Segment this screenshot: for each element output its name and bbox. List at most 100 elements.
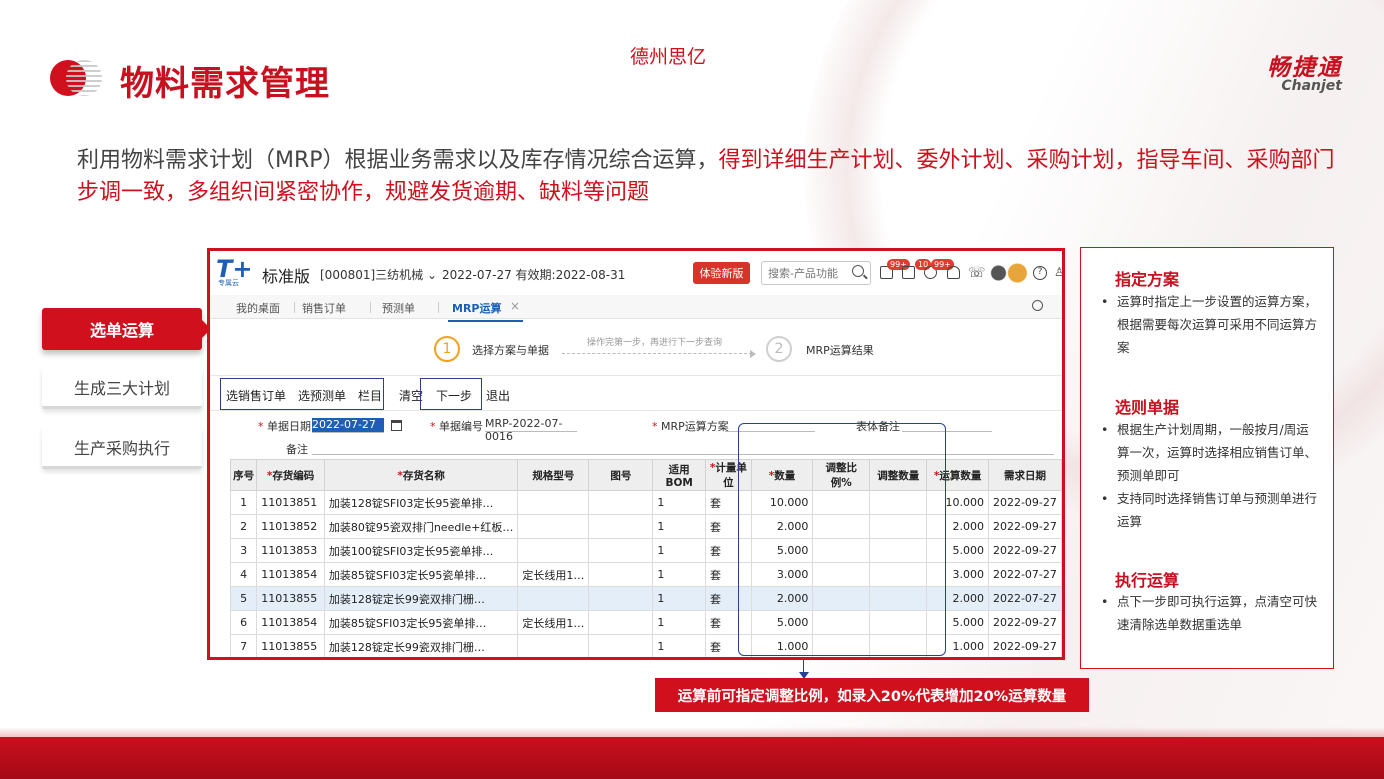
table-cell[interactable]: 11013854 bbox=[256, 562, 325, 587]
close-icon[interactable]: × bbox=[510, 299, 520, 313]
column-header[interactable]: *数量 bbox=[750, 459, 814, 491]
table-cell[interactable]: 1 bbox=[652, 490, 706, 515]
phone-icon[interactable]: ☏ bbox=[968, 265, 986, 281]
table-cell[interactable]: 10.000 bbox=[926, 490, 989, 515]
table-cell[interactable]: 1 bbox=[652, 514, 706, 539]
column-header[interactable]: 规格型号 bbox=[517, 459, 590, 491]
sidebar-item-generate-plans[interactable]: 生成三大计划 bbox=[42, 367, 202, 409]
table-cell[interactable] bbox=[588, 586, 654, 611]
table-cell[interactable]: 11013852 bbox=[256, 514, 325, 539]
table-cell[interactable]: 3 bbox=[229, 538, 258, 563]
table-cell[interactable]: 5.000 bbox=[750, 538, 814, 563]
table-cell[interactable]: 加装85锭SFI03定长95瓷单排… bbox=[323, 562, 519, 587]
sidebar-item-select-calc[interactable]: 选单运算 bbox=[42, 308, 211, 350]
table-cell[interactable] bbox=[869, 562, 928, 587]
table-cell[interactable]: 1.000 bbox=[750, 634, 814, 657]
table-cell[interactable]: 2 bbox=[229, 514, 258, 539]
table-cell[interactable] bbox=[812, 634, 871, 657]
table-cell[interactable] bbox=[812, 514, 871, 539]
table-row[interactable]: 6 11013854 加装85锭SFI03定长95瓷单排… 定长线用1… 1 套 5.000… bbox=[229, 610, 1062, 635]
table-cell[interactable]: 4 bbox=[229, 562, 258, 587]
table-cell[interactable]: 3.000 bbox=[750, 562, 814, 587]
table-cell[interactable]: 1 bbox=[652, 586, 706, 611]
table-cell[interactable] bbox=[869, 610, 928, 635]
table-cell[interactable]: 11013853 bbox=[256, 538, 325, 563]
column-header[interactable]: 调整比例% bbox=[812, 459, 871, 491]
table-cell[interactable] bbox=[517, 586, 590, 611]
table-cell[interactable]: 10.000 bbox=[750, 490, 814, 515]
table-cell[interactable] bbox=[812, 610, 871, 635]
table-cell[interactable] bbox=[588, 514, 654, 539]
table-cell[interactable]: 1 bbox=[229, 490, 258, 515]
table-cell[interactable]: 2022-07-27 bbox=[987, 562, 1062, 587]
column-header[interactable]: 调整数量 bbox=[869, 459, 928, 491]
table-cell[interactable]: 2022-09-27 bbox=[987, 490, 1062, 515]
search-icon[interactable] bbox=[852, 265, 864, 277]
tab-mrp[interactable]: MRP运算 bbox=[447, 300, 525, 322]
table-cell[interactable]: 7 bbox=[229, 634, 258, 657]
todo-icon[interactable] bbox=[902, 266, 915, 279]
table-row[interactable]: 1 11013851 加装128锭SFI03定长95瓷单排… 1 套 10.000 10.0… bbox=[229, 490, 1062, 515]
help-icon[interactable]: ? bbox=[1033, 266, 1047, 280]
table-cell[interactable]: 1 bbox=[652, 634, 706, 657]
table-cell[interactable] bbox=[517, 514, 590, 539]
column-header[interactable]: *存货编码 bbox=[256, 459, 325, 491]
table-cell[interactable]: 5.000 bbox=[926, 538, 989, 563]
table-cell[interactable]: 套 bbox=[704, 586, 752, 611]
table-cell[interactable]: 11013855 bbox=[256, 634, 325, 657]
column-header[interactable]: *存货名称 bbox=[323, 459, 519, 491]
date-field[interactable]: 2022-07-27 bbox=[312, 418, 384, 433]
table-cell[interactable]: 1 bbox=[652, 610, 706, 635]
table-cell[interactable]: 5.000 bbox=[750, 610, 814, 635]
table-cell[interactable]: 2022-07-27 bbox=[987, 586, 1062, 611]
table-cell[interactable] bbox=[812, 586, 871, 611]
table-cell[interactable] bbox=[869, 634, 928, 657]
table-cell[interactable]: 2022-09-27 bbox=[987, 514, 1062, 539]
table-cell[interactable]: 3.000 bbox=[926, 562, 989, 587]
table-cell[interactable]: 2.000 bbox=[750, 586, 814, 611]
tab-sales-order[interactable]: 销售订单 bbox=[302, 300, 346, 316]
table-cell[interactable] bbox=[869, 514, 928, 539]
table-cell[interactable] bbox=[517, 634, 590, 657]
column-header[interactable]: 适用BOM bbox=[652, 459, 706, 491]
table-cell[interactable]: 2.000 bbox=[926, 586, 989, 611]
table-cell[interactable]: 套 bbox=[704, 514, 752, 539]
table-cell[interactable]: 套 bbox=[704, 490, 752, 515]
table-cell[interactable] bbox=[869, 586, 928, 611]
table-cell[interactable] bbox=[588, 634, 654, 657]
table-cell[interactable] bbox=[588, 562, 654, 587]
exit-button[interactable]: 退出 bbox=[486, 387, 510, 404]
tab-forecast[interactable]: 预测单 bbox=[382, 300, 415, 316]
tab-search-icon[interactable] bbox=[1032, 300, 1043, 311]
table-cell[interactable]: 11013851 bbox=[256, 490, 325, 515]
table-cell[interactable]: 11013854 bbox=[256, 610, 325, 635]
table-row[interactable]: 2 11013852 加装80锭95瓷双排门needle+红板… 1 套 2.000 2.0… bbox=[229, 514, 1062, 539]
table-cell[interactable]: 套 bbox=[704, 538, 752, 563]
sidebar-item-production-purchase[interactable]: 生产采购执行 bbox=[42, 427, 202, 469]
remark-field[interactable] bbox=[902, 417, 992, 432]
table-cell[interactable] bbox=[517, 490, 590, 515]
table-cell[interactable] bbox=[588, 538, 654, 563]
tab-desktop[interactable]: 我的桌面 bbox=[236, 300, 280, 316]
table-row[interactable]: 3 11013853 加装100锭SFI03定长95瓷单排… 1 套 5.000 5.000… bbox=[229, 538, 1062, 563]
table-cell[interactable] bbox=[812, 490, 871, 515]
table-cell[interactable]: 加装80锭95瓷双排门needle+红板… bbox=[323, 514, 519, 539]
table-cell[interactable]: 加装128锭定长99瓷双排门栅… bbox=[323, 586, 519, 611]
table-cell[interactable] bbox=[588, 490, 654, 515]
table-cell[interactable] bbox=[517, 538, 590, 563]
note-field[interactable] bbox=[312, 440, 1054, 455]
table-cell[interactable]: 套 bbox=[704, 610, 752, 635]
table-cell[interactable]: 6 bbox=[229, 610, 258, 635]
column-header[interactable]: *计量单位 bbox=[704, 459, 752, 491]
code-field[interactable]: MRP-2022-07-0016 bbox=[485, 417, 577, 443]
trial-new-version-button[interactable]: 体验新版 bbox=[693, 262, 750, 284]
table-cell[interactable]: 5 bbox=[229, 586, 258, 611]
table-cell[interactable]: 2.000 bbox=[926, 514, 989, 539]
column-header[interactable]: 序号 bbox=[229, 459, 258, 491]
table-cell[interactable]: 加装128锭定长99瓷双排门栅… bbox=[323, 634, 519, 657]
table-row[interactable]: 4 11013854 加装85锭SFI03定长95瓷单排… 定长线用1… 1 套 3.000… bbox=[229, 562, 1062, 587]
table-cell[interactable]: 1.000 bbox=[926, 634, 989, 657]
org-selector[interactable]: [000801]三纺机械 ⌄ bbox=[320, 266, 437, 283]
table-cell[interactable]: 加装100锭SFI03定长95瓷单排… bbox=[323, 538, 519, 563]
table-cell[interactable]: 2022-09-27 bbox=[987, 538, 1062, 563]
